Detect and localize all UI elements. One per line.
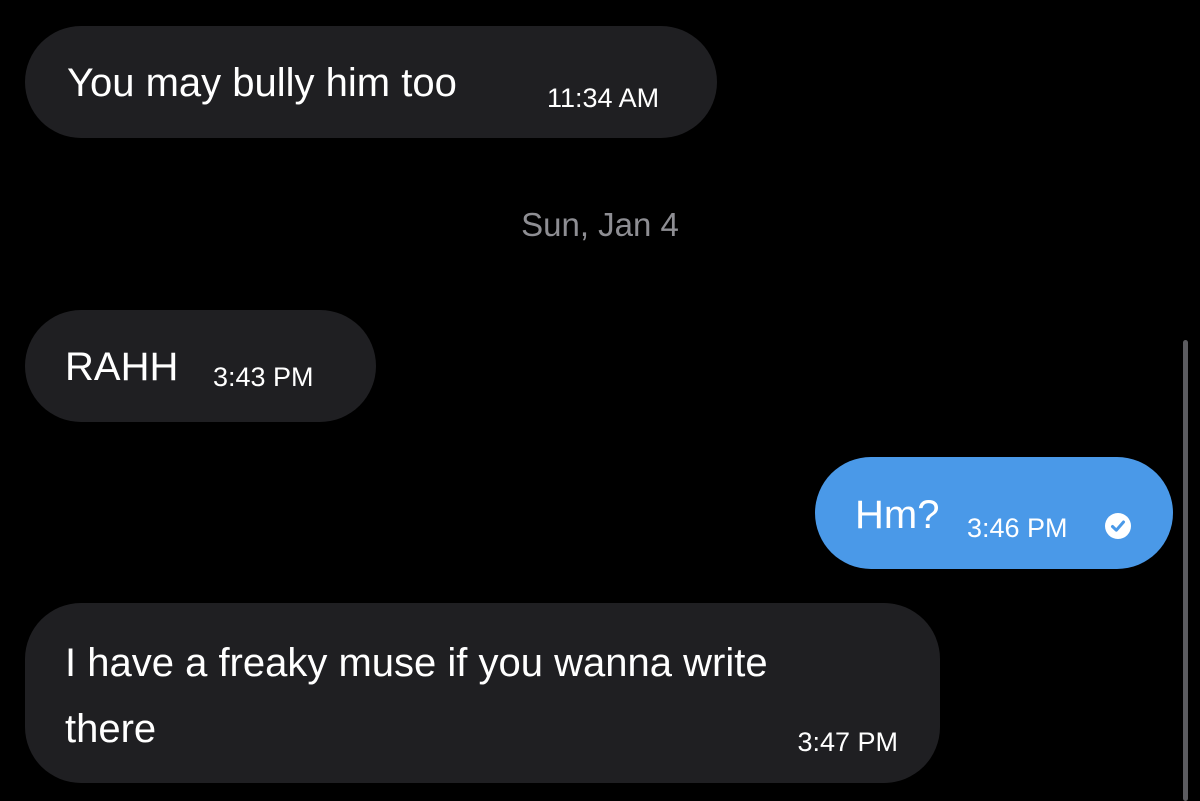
- message-bubble-incoming[interactable]: RAHH 3:43 PM: [25, 310, 376, 422]
- message-timestamp: 3:43 PM: [213, 362, 314, 392]
- message-bubble-outgoing[interactable]: Hm? 3:46 PM: [815, 457, 1173, 569]
- message-text: Hm?: [855, 493, 940, 537]
- message-text-line: there: [65, 707, 157, 751]
- message-bubble-incoming[interactable]: You may bully him too 11:34 AM: [25, 26, 717, 138]
- message-bubble-incoming[interactable]: I have a freaky muse if you wanna write …: [25, 603, 940, 783]
- message-text: You may bully him too: [67, 61, 457, 105]
- message-timestamp: 3:47 PM: [797, 727, 898, 757]
- message-timestamp: 3:46 PM: [967, 513, 1068, 543]
- message-text-line: I have a freaky muse if you wanna write: [65, 641, 768, 685]
- message-timestamp: 11:34 AM: [547, 83, 660, 113]
- scrollbar[interactable]: [1183, 340, 1188, 801]
- read-check-icon: [1105, 513, 1131, 539]
- date-separator: Sun, Jan 4: [521, 206, 679, 243]
- message-text: RAHH: [65, 345, 179, 389]
